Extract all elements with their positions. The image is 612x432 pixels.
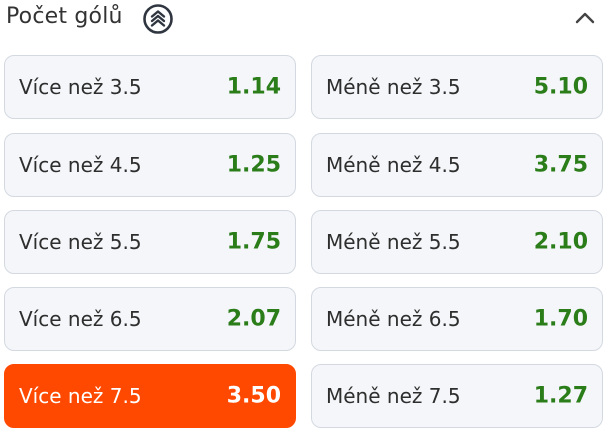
odds-value: 5.10 — [533, 74, 588, 100]
odds-value: 2.10 — [533, 229, 588, 255]
odds-label: Méně než 7.5 — [326, 384, 461, 408]
odds-value: 3.75 — [533, 152, 588, 178]
odds-label: Více než 7.5 — [19, 384, 142, 408]
odds-button-under-6-5[interactable]: Méně než 6.5 1.70 — [311, 287, 603, 351]
odds-button-over-3-5[interactable]: Více než 3.5 1.14 — [4, 55, 296, 119]
odds-value: 1.75 — [226, 229, 281, 255]
odds-value: 1.25 — [226, 152, 281, 178]
odds-label: Méně než 3.5 — [326, 75, 461, 99]
odds-value: 1.70 — [533, 306, 588, 332]
odds-label: Méně než 5.5 — [326, 230, 461, 254]
odds-button-over-6-5[interactable]: Více než 6.5 2.07 — [4, 287, 296, 351]
odds-label: Více než 5.5 — [19, 230, 142, 254]
odds-value: 1.14 — [226, 74, 281, 100]
odds-label: Více než 6.5 — [19, 307, 142, 331]
odds-grid: Více než 3.5 1.14 Více než 4.5 1.25 Více… — [0, 0, 612, 432]
odds-button-over-5-5[interactable]: Více než 5.5 1.75 — [4, 210, 296, 274]
odds-button-under-4-5[interactable]: Méně než 4.5 3.75 — [311, 133, 603, 197]
odds-button-over-4-5[interactable]: Více než 4.5 1.25 — [4, 133, 296, 197]
odds-value: 1.27 — [533, 383, 588, 409]
odds-label: Méně než 4.5 — [326, 153, 461, 177]
odds-label: Méně než 6.5 — [326, 307, 461, 331]
odds-button-under-5-5[interactable]: Méně než 5.5 2.10 — [311, 210, 603, 274]
odds-value: 3.50 — [226, 383, 281, 409]
odds-button-under-7-5[interactable]: Méně než 7.5 1.27 — [311, 364, 603, 428]
odds-button-under-3-5[interactable]: Méně než 3.5 5.10 — [311, 55, 603, 119]
odds-label: Více než 4.5 — [19, 153, 142, 177]
odds-button-over-7-5[interactable]: Více než 7.5 3.50 — [4, 364, 296, 428]
odds-label: Více než 3.5 — [19, 75, 142, 99]
odds-value: 2.07 — [226, 306, 281, 332]
